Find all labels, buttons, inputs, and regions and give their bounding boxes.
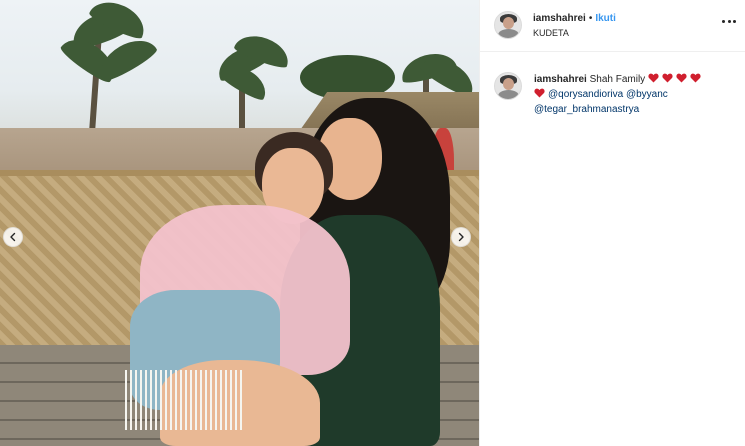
more-options-icon[interactable]	[722, 20, 736, 24]
hearts-group	[534, 88, 548, 100]
caption-body: Shah Family	[589, 74, 646, 85]
hearts-group	[648, 73, 704, 85]
red-heart-icon	[690, 73, 701, 83]
follow-button[interactable]: Ikuti	[595, 13, 616, 24]
red-heart-icon	[534, 88, 545, 98]
red-heart-icon	[648, 73, 659, 83]
post-side-panel: iamshahrei • Ikuti KUDETA iamshahrei Sha…	[479, 0, 745, 446]
mention-link[interactable]: @tegar_brahmanastrya	[534, 104, 639, 115]
carousel-next-button[interactable]	[451, 227, 471, 247]
mention-link[interactable]: @qorysandioriva	[548, 89, 623, 100]
avatar[interactable]	[494, 11, 522, 39]
chevron-right-icon	[458, 232, 464, 242]
mention-link[interactable]: @byyanc	[626, 89, 668, 100]
avatar[interactable]	[494, 72, 522, 100]
separator-dot: •	[588, 13, 593, 24]
caption-username[interactable]: iamshahrei	[534, 74, 587, 85]
carousel-prev-button[interactable]	[3, 227, 23, 247]
location-link[interactable]: KUDETA	[533, 28, 569, 38]
post-header: iamshahrei • Ikuti KUDETA	[480, 0, 745, 52]
red-heart-icon	[676, 73, 687, 83]
red-heart-icon	[662, 73, 673, 83]
skirt-fringe	[125, 370, 245, 430]
chevron-left-icon	[10, 232, 16, 242]
caption-text: iamshahrei Shah Family @qorysandioriva @…	[534, 72, 739, 117]
header-username[interactable]: iamshahrei	[533, 13, 586, 24]
post-photo[interactable]	[0, 0, 479, 446]
